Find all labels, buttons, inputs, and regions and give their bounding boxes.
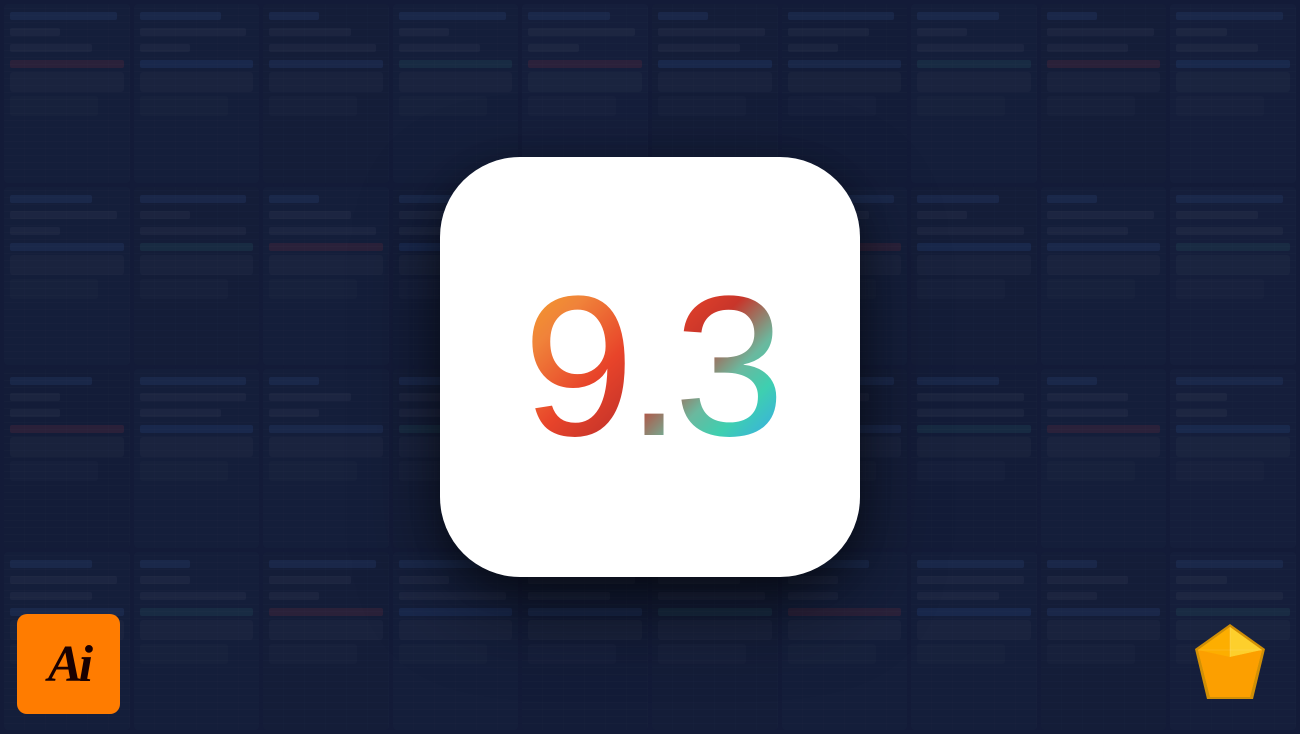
sketch-icon [1180,614,1280,714]
sketch-logo-svg [1185,619,1275,709]
version-number: 9.3 [523,267,777,467]
ios-version-card: 9.3 [440,157,860,577]
adobe-illustrator-icon: Ai [17,614,120,714]
ai-label: Ai [48,635,89,694]
